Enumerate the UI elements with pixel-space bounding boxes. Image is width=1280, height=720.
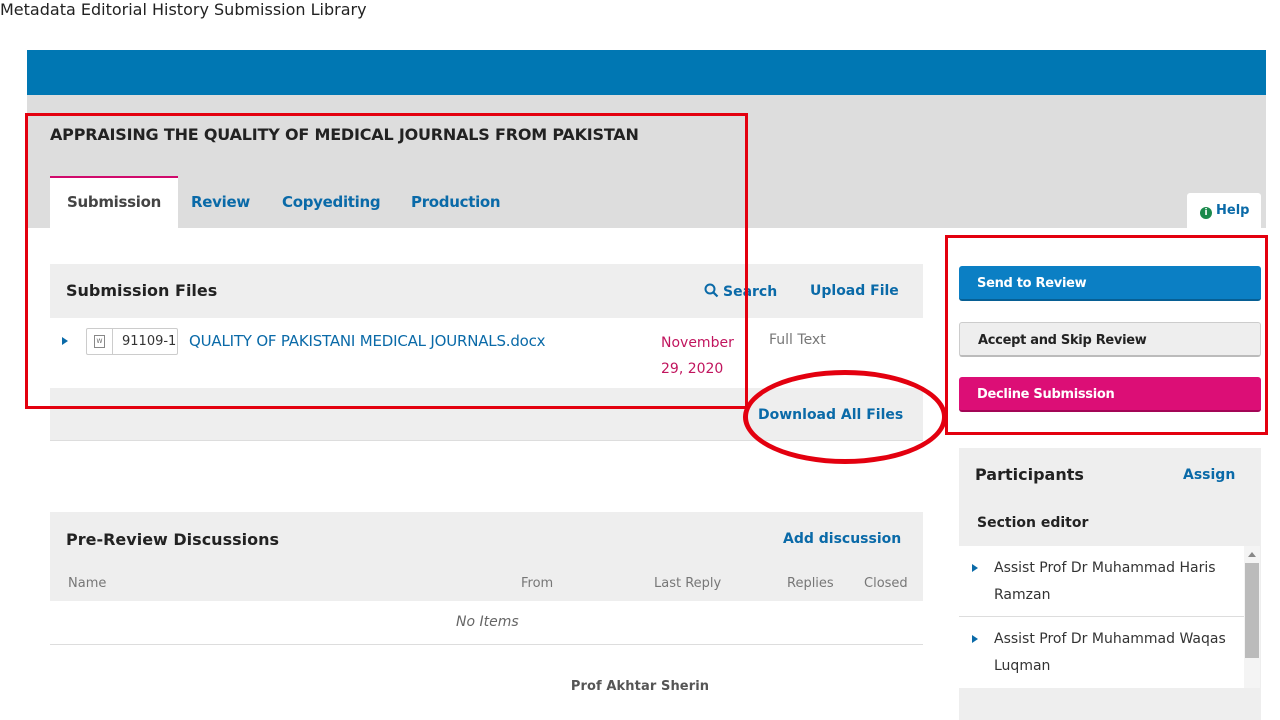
help-label: Help <box>1216 203 1250 218</box>
column-from: From <box>521 576 554 591</box>
help-button[interactable]: i Help <box>1187 193 1261 228</box>
participant-item[interactable]: Assist Prof Dr Muhammad Haris Ramzan <box>994 555 1239 609</box>
section-editor-label: Section editor <box>977 515 1089 531</box>
participant-item[interactable]: Assist Prof Dr Muhammad Waqas Luqman <box>994 626 1239 680</box>
annotation-highlight-box <box>945 235 1268 435</box>
file-type: Full Text <box>769 332 826 348</box>
empty-message: No Items <box>456 614 519 630</box>
annotation-highlight-box <box>25 113 748 409</box>
submission-library-link[interactable]: Submission Library <box>214 0 367 19</box>
column-last-reply: Last Reply <box>654 576 722 591</box>
metadata-link[interactable]: Metadata <box>0 0 76 19</box>
column-replies: Replies <box>787 576 834 591</box>
annotation-highlight-ellipse <box>743 370 947 464</box>
top-navigation-bar <box>27 50 1266 95</box>
scroll-up-icon[interactable] <box>1248 552 1256 557</box>
info-icon: i <box>1200 207 1212 219</box>
add-discussion-link[interactable]: Add discussion <box>783 531 901 547</box>
expand-participant-icon[interactable] <box>972 564 978 572</box>
scrollbar-thumb[interactable] <box>1245 563 1259 658</box>
column-closed: Closed <box>864 576 908 591</box>
expand-participant-icon[interactable] <box>972 635 978 643</box>
discussions-title: Pre-Review Discussions <box>66 530 279 549</box>
participants-title: Participants <box>975 465 1084 484</box>
assign-link[interactable]: Assign <box>1183 467 1235 483</box>
column-name: Name <box>68 576 107 591</box>
upload-file-link[interactable]: Upload File <box>810 283 899 299</box>
divider <box>959 616 1244 617</box>
footer-author: Prof Akhtar Sherin <box>570 679 710 694</box>
editorial-history-link[interactable]: Editorial History <box>81 0 209 19</box>
